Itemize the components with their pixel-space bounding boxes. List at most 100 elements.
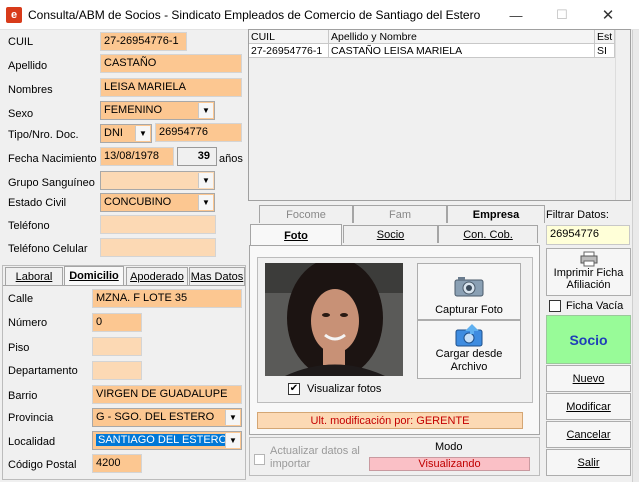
fecha-nac-field[interactable]: 13/08/1978 [100, 147, 174, 166]
tipo-doc-combo[interactable]: DNI ▼ [100, 124, 152, 143]
photo-tab-panel: Capturar Foto Cargar desde Archivo ✔ Vis… [249, 245, 540, 435]
tab-foto[interactable]: Foto [250, 224, 342, 246]
minimize-button[interactable]: — [493, 0, 539, 30]
cuil-field[interactable]: 27-26954776-1 [100, 32, 187, 51]
nuevo-button[interactable]: Nuevo [546, 365, 631, 392]
fecha-nac-label: Fecha Nacimiento [8, 153, 97, 165]
grid-scrollbar[interactable] [615, 30, 630, 200]
modo-status: Visualizando [369, 457, 530, 471]
calle-label: Calle [8, 293, 34, 305]
close-button[interactable]: ✕ [585, 0, 631, 30]
barrio-field[interactable]: VIRGEN DE GUADALUPE [92, 385, 242, 404]
address-tab-panel: Laboral Domicilio Apoderado Mas Datos Ca… [2, 265, 246, 480]
departamento-field[interactable] [92, 361, 142, 380]
table-row-cell[interactable]: CASTAÑO LEISA MARIELA [329, 44, 595, 58]
chevron-down-icon[interactable]: ▼ [198, 195, 213, 210]
piso-label: Piso [8, 342, 30, 354]
camera-load-icon [455, 324, 483, 347]
chevron-down-icon[interactable]: ▼ [135, 126, 150, 141]
tab-socio[interactable]: Socio [343, 225, 438, 243]
tab-mas-datos[interactable]: Mas Datos [189, 267, 245, 285]
imprimir-ficha-button[interactable]: Imprimir Ficha Afiliación [546, 248, 631, 296]
estado-civil-value: CONCUBINO [104, 196, 172, 208]
actualizar-datos-checkbox[interactable] [254, 454, 265, 465]
numero-field[interactable]: 0 [92, 313, 142, 332]
tab-domicilio[interactable]: Domicilio [64, 266, 124, 285]
tab-divider [3, 285, 245, 286]
filtrar-datos-label: Filtrar Datos: [546, 209, 609, 221]
tab-apoderado[interactable]: Apoderado [126, 267, 188, 285]
cargar-archivo-button[interactable]: Cargar desde Archivo [417, 320, 521, 379]
tab-fam[interactable]: Fam [353, 205, 447, 223]
telefono-celular-field[interactable] [100, 238, 216, 257]
filtrar-datos-input[interactable]: 26954776 [546, 225, 630, 245]
provincia-combo[interactable]: G - SGO. DEL ESTERO ▼ [92, 408, 242, 427]
localidad-combo[interactable]: SANTIAGO DEL ESTERO ▼ [92, 431, 242, 450]
departamento-label: Departamento [8, 365, 78, 377]
cancelar-button[interactable]: Cancelar [546, 421, 631, 448]
tab-mas-datos-label: Mas Datos [190, 270, 244, 283]
chevron-down-icon[interactable]: ▼ [198, 103, 213, 118]
codigo-postal-field[interactable]: 4200 [92, 454, 142, 473]
visualizar-fotos-checkbox[interactable]: ✔ [288, 383, 300, 395]
codigo-postal-label: Código Postal [8, 459, 77, 471]
apellido-label: Apellido [8, 60, 48, 72]
tab-focome[interactable]: Focome [259, 205, 353, 223]
import-panel: Actualizar datos al importar Modo Visual… [249, 437, 540, 476]
chevron-down-icon[interactable]: ▼ [225, 410, 240, 425]
calle-field[interactable]: MZNA. F LOTE 35 [92, 289, 242, 308]
salir-label: Salir [577, 456, 600, 469]
ficha-vacia-checkbox[interactable] [549, 300, 561, 312]
capturar-foto-button[interactable]: Capturar Foto [417, 263, 521, 320]
nombres-field[interactable]: LEISA MARIELA [100, 78, 242, 97]
tab-laboral-label: Laboral [15, 270, 53, 283]
visualizar-fotos-label: Visualizar fotos [307, 383, 382, 395]
imprimir-ficha-label: Imprimir Ficha Afiliación [553, 267, 624, 291]
tab-con-cob[interactable]: Con. Cob. [438, 225, 538, 243]
chevron-down-icon[interactable]: ▼ [225, 433, 240, 448]
tab-laboral[interactable]: Laboral [5, 267, 63, 285]
cancelar-label: Cancelar [566, 428, 611, 441]
piso-field[interactable] [92, 337, 142, 356]
grid-header-cuil[interactable]: CUIL [249, 30, 329, 44]
telefono-celular-label: Teléfono Celular [8, 243, 88, 255]
grid-header-apellido[interactable]: Apellido y Nombre [329, 30, 595, 44]
sexo-label: Sexo [8, 108, 34, 120]
personal-data-panel: CUIL 27-26954776-1 Apellido CASTAÑO Nomb… [2, 29, 246, 263]
nro-doc-field[interactable]: 26954776 [155, 123, 242, 142]
table-row-cell[interactable]: 27-26954776-1 [249, 44, 329, 58]
apellido-field[interactable]: CASTAÑO [100, 54, 242, 73]
sexo-combo[interactable]: FEMENINO ▼ [100, 101, 215, 120]
localidad-value: SANTIAGO DEL ESTERO [96, 434, 230, 446]
camera-icon [454, 277, 484, 297]
numero-label: Número [8, 317, 48, 329]
grupo-sanguineo-combo[interactable]: ▼ [100, 171, 215, 190]
tipo-doc-value: DNI [104, 127, 123, 139]
ult-modificacion-label: Ult. modificación por: GERENTE [257, 412, 523, 429]
tab-empresa[interactable]: Empresa [447, 205, 545, 223]
estado-civil-combo[interactable]: CONCUBINO ▼ [100, 193, 215, 212]
telefono-label: Teléfono [8, 220, 50, 232]
maximize-button[interactable]: ☐ [539, 0, 585, 30]
tab-socio-label: Socio [376, 228, 405, 241]
modificar-button[interactable]: Modificar [546, 393, 631, 420]
localidad-label: Localidad [8, 436, 56, 448]
nuevo-label: Nuevo [572, 372, 605, 385]
edad-value: 39 [177, 147, 217, 166]
barrio-label: Barrio [8, 390, 38, 402]
estado-civil-label: Estado Civil [8, 197, 67, 209]
nombres-label: Nombres [8, 84, 53, 96]
window-title: Consulta/ABM de Socios - Sindicato Emple… [28, 8, 481, 22]
table-row-cell[interactable]: SI [595, 44, 615, 58]
cargar-archivo-label: Cargar desde Archivo [435, 348, 503, 373]
salir-button[interactable]: Salir [546, 449, 631, 476]
grid-header-est[interactable]: Est [595, 30, 615, 44]
sexo-value: FEMENINO [104, 104, 163, 116]
results-grid[interactable]: CUIL Apellido y Nombre Est 27-26954776-1… [248, 29, 631, 201]
chevron-down-icon[interactable]: ▼ [198, 173, 213, 188]
telefono-field[interactable] [100, 215, 216, 234]
tipo-doc-label: Tipo/Nro. Doc. [8, 129, 79, 141]
modificar-label: Modificar [566, 400, 611, 413]
modo-label: Modo [435, 441, 463, 453]
tab-fam-label: Fam [389, 208, 411, 221]
